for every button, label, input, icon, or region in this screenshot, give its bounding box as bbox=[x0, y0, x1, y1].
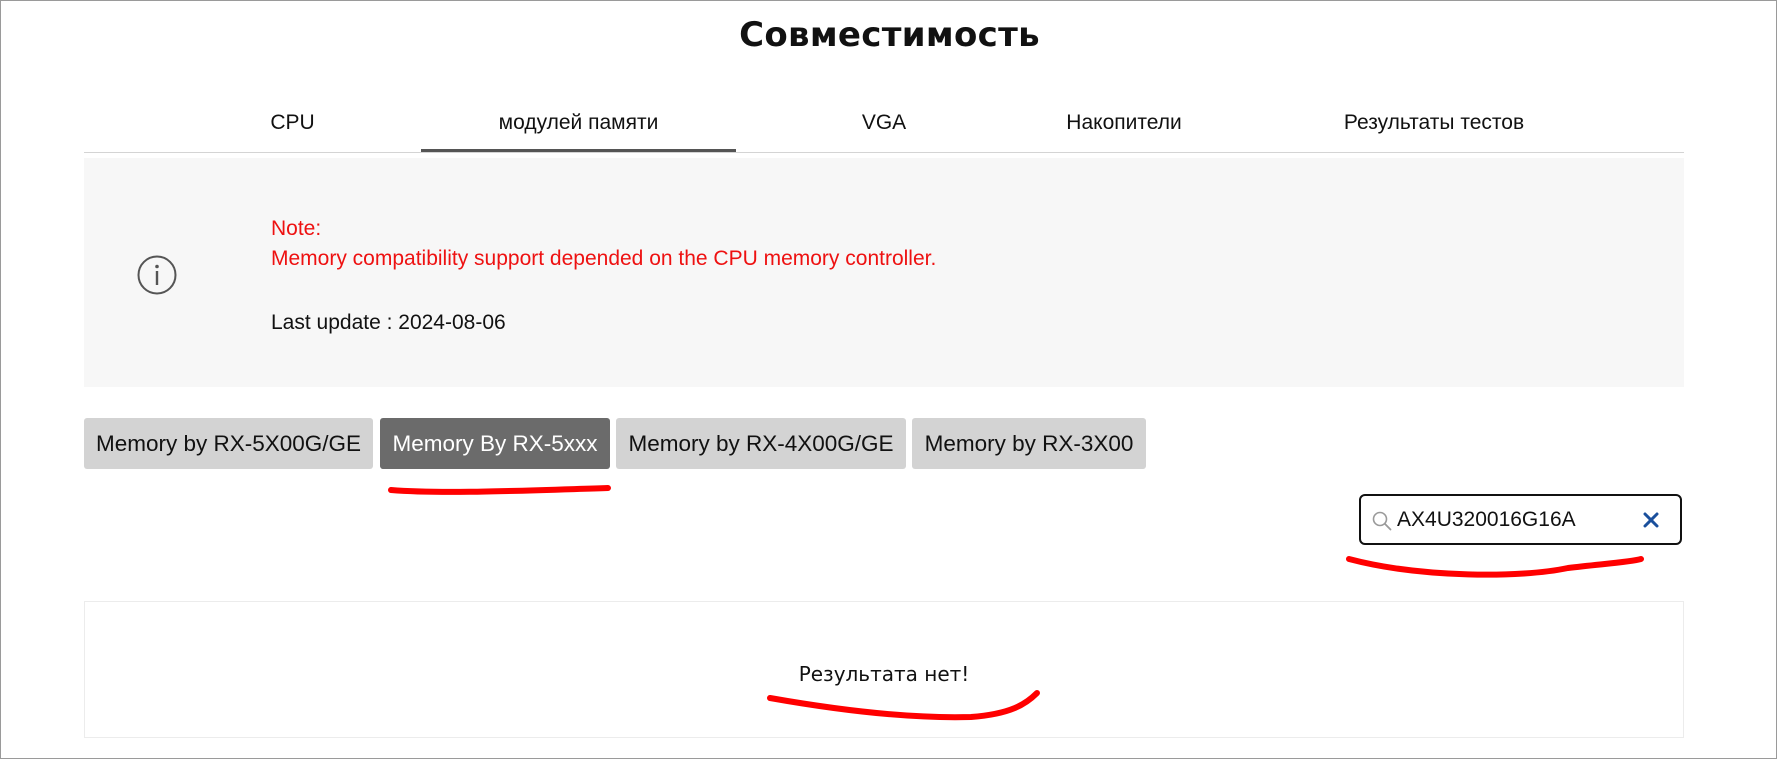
page-title: Совместимость bbox=[739, 15, 1040, 55]
note-text: Memory compatibility support depended on… bbox=[271, 247, 937, 270]
tab-memory-modules[interactable]: модулей памяти bbox=[421, 101, 736, 152]
tab-vga[interactable]: VGA bbox=[784, 101, 984, 152]
annotation-underline-button bbox=[388, 485, 611, 495]
close-icon[interactable] bbox=[1640, 509, 1662, 531]
memory-rx-5x00g-button[interactable]: Memory by RX-5X00G/GE bbox=[84, 418, 373, 469]
tab-cpu[interactable]: CPU bbox=[182, 101, 403, 152]
memory-rx-3x00-button[interactable]: Memory by RX-3X00 bbox=[912, 418, 1146, 469]
info-icon bbox=[137, 255, 177, 295]
search-box bbox=[1359, 494, 1682, 545]
last-update: Last update : 2024-08-06 bbox=[271, 311, 506, 334]
compatibility-tabs: CPU модулей памяти VGA Накопители Резуль… bbox=[84, 101, 1684, 153]
annotation-underline-search bbox=[1346, 556, 1644, 578]
search-input[interactable] bbox=[1397, 505, 1617, 535]
note-label: Note: bbox=[271, 217, 322, 240]
memory-rx-4x00g-button[interactable]: Memory by RX-4X00G/GE bbox=[616, 418, 906, 469]
page-frame: Совместимость CPU модулей памяти VGA Нак… bbox=[0, 0, 1777, 759]
results-panel: Результата нет! bbox=[84, 601, 1684, 738]
note-panel: Note: Memory compatibility support depen… bbox=[84, 158, 1684, 387]
no-results-message: Результата нет! bbox=[798, 662, 970, 686]
tab-test-results[interactable]: Результаты тестов bbox=[1284, 101, 1584, 152]
tab-storage[interactable]: Накопители bbox=[1004, 101, 1244, 152]
search-icon bbox=[1372, 511, 1392, 531]
memory-rx-5xxx-button[interactable]: Memory By RX-5xxx bbox=[380, 418, 610, 469]
